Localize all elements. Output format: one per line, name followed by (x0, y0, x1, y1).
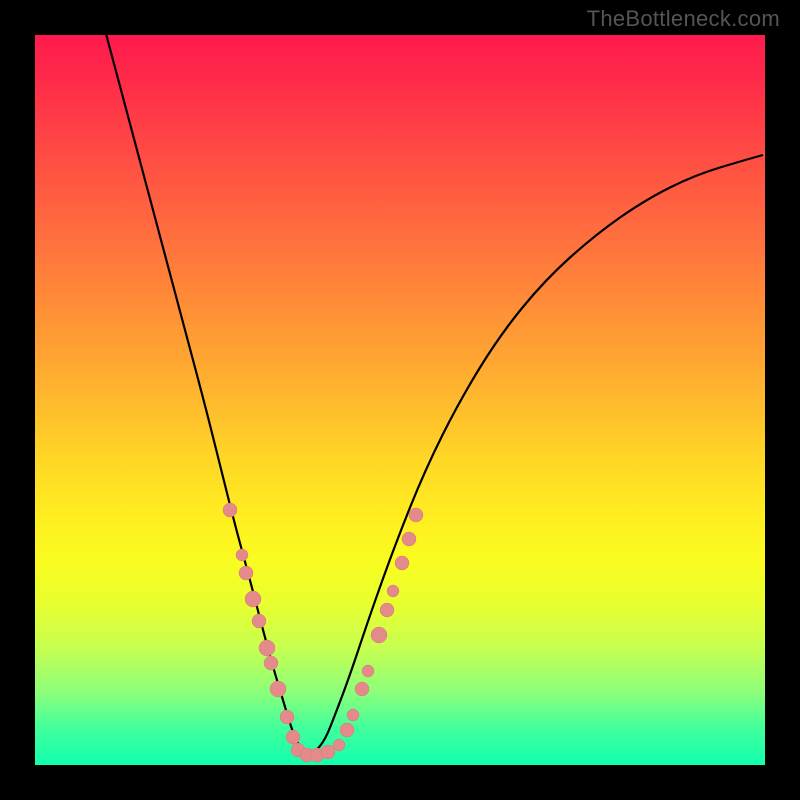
scatter-dot (355, 682, 369, 696)
scatter-dot (259, 640, 275, 656)
scatter-dot (280, 710, 294, 724)
plot-area (35, 35, 765, 765)
scatter-dot (333, 739, 345, 751)
scatter-dot (270, 681, 286, 697)
scatter-dot (395, 556, 409, 570)
scatter-dot (347, 709, 359, 721)
scatter-dot (321, 745, 335, 759)
scatter-dot (239, 566, 253, 580)
scatter-dot (402, 532, 416, 546)
scatter-dot (340, 723, 354, 737)
scatter-dot (387, 585, 399, 597)
scatter-dots (223, 503, 423, 762)
scatter-dot (223, 503, 237, 517)
scatter-dot (245, 591, 261, 607)
scatter-dot (286, 730, 300, 744)
scatter-dot (252, 614, 266, 628)
scatter-dot (371, 627, 387, 643)
chart-overlay (35, 35, 765, 765)
chart-frame: TheBottleneck.com (0, 0, 800, 800)
scatter-dot (236, 549, 248, 561)
scatter-dot (380, 603, 394, 617)
v-curve (105, 35, 763, 754)
scatter-dot (264, 656, 278, 670)
watermark-text: TheBottleneck.com (587, 6, 780, 32)
scatter-dot (409, 508, 423, 522)
scatter-dot (362, 665, 374, 677)
